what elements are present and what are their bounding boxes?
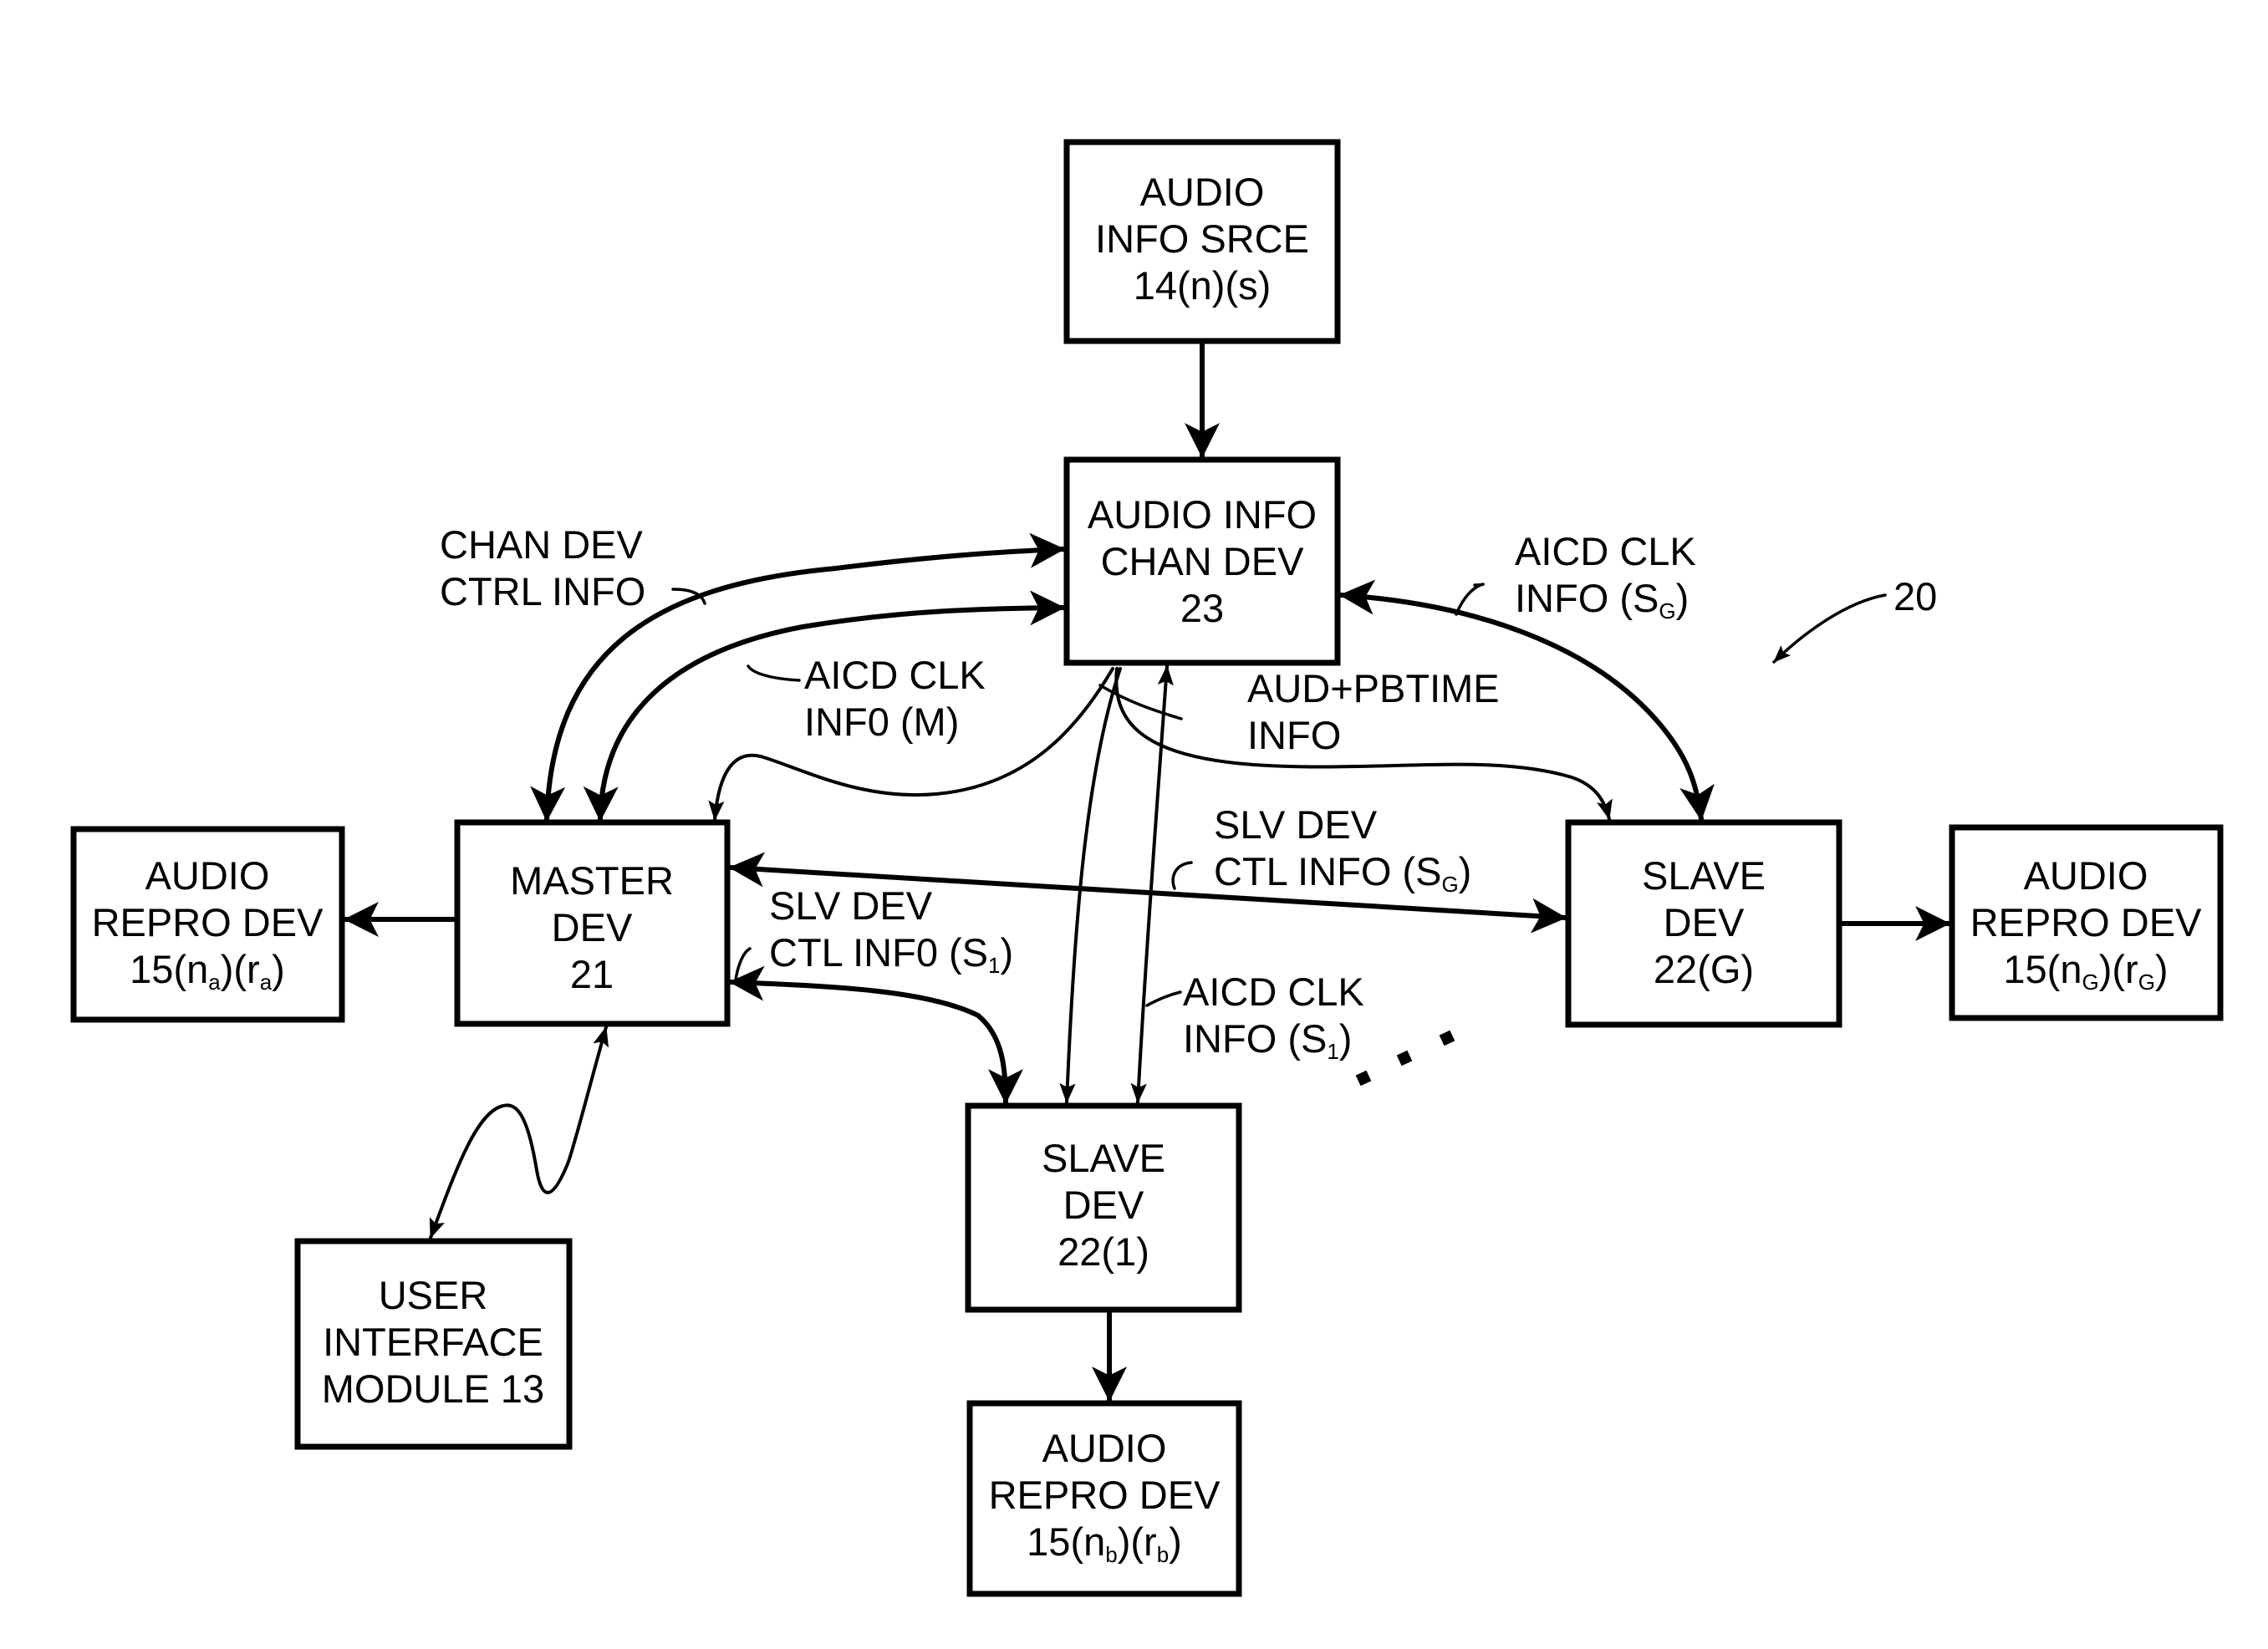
label-aicd-clk-info-m: AICD CLK INF0 (M) [804,653,986,744]
box-line: SLAVE [1642,853,1766,898]
box-line: AUDIO [145,853,270,898]
svg-text:SLV DEV: SLV DEV [1214,802,1378,847]
box-line: AUDIO INFO [1088,492,1317,537]
box-line: 23 [1180,586,1224,630]
box-line: AUDIO [2024,853,2148,898]
diagram-canvas: AUDIO INFO SRCE 14(n)(s) AUDIO INFO CHAN… [0,0,2268,1649]
svg-text:INFO (SG): INFO (SG) [1515,576,1689,623]
block-diagram: AUDIO INFO SRCE 14(n)(s) AUDIO INFO CHAN… [70,139,2224,1597]
box-slave-device-g: SLAVE DEV 22(G) [1565,819,1842,1028]
leader-aicd-clk-info-m [747,664,801,682]
box-line: USER [379,1273,488,1317]
box-line: AUDIO [1140,170,1265,214]
ellipsis-dot [1439,1030,1455,1046]
box-line: SLAVE [1042,1136,1165,1180]
svg-text:CTRL INFO: CTRL INFO [440,569,645,613]
box-line: 22(1) [1058,1229,1149,1274]
ellipsis-more-slaves [1355,1030,1455,1087]
box-master-device: MASTER DEV 21 [454,819,731,1027]
box-line: CHAN DEV [1101,539,1305,583]
box-line: MODULE 13 [322,1367,544,1411]
svg-text:AUD+PBTIME: AUD+PBTIME [1247,666,1500,710]
box-line: REPRO DEV [989,1473,1221,1517]
box-audio-info-channel-device: AUDIO INFO CHAN DEV 23 [1063,456,1341,666]
ellipsis-dot [1355,1070,1372,1087]
box-audio-repro-g: AUDIO REPRO DEV 15(nG)(rG) [1949,824,2224,1021]
box-line: REPRO DEV [1970,900,2202,944]
leader-reference-20 [1772,593,1887,664]
box-line: DEV [1664,900,1745,944]
box-line: DEV [552,905,633,949]
box-audio-repro-b: AUDIO REPRO DEV 15(nb)(rb) [966,1400,1242,1597]
svg-text:AICD CLK: AICD CLK [804,653,986,697]
svg-text:CHAN DEV: CHAN DEV [440,522,644,567]
box-line: 14(n)(s) [1134,263,1272,308]
box-audio-repro-a: AUDIO REPRO DEV 15(na)(ra) [70,826,345,1023]
leader-aicd-clk-info-sg [1455,583,1485,616]
svg-text:AICD CLK: AICD CLK [1183,970,1364,1014]
arrow-master-user-interface [429,1026,609,1239]
leader-aicd-clk-info-s1 [1145,990,1182,1007]
svg-text:INFO (S1): INFO (S1) [1183,1016,1352,1064]
box-line: INTERFACE [323,1320,543,1364]
box-line: REPRO DEV [92,900,324,944]
arrow-slv-dev-ctl-info-s1 [728,965,1023,1105]
label-slv-dev-ctl-info-s1: SLV DEV CTL INF0 (S1) [769,883,1013,978]
box-user-interface-module: USER INTERFACE MODULE 13 [294,1238,573,1450]
label-aicd-clk-info-sg: AICD CLK INFO (SG) [1515,529,1696,623]
svg-text:CTL INFO (SG): CTL INFO (SG) [1214,849,1471,897]
leader-slv-dev-ctl-info-s1 [734,947,752,982]
svg-text:INFO: INFO [1247,713,1341,757]
leader-slv-dev-ctl-info-sg [1171,861,1193,890]
box-line: AUDIO [1042,1426,1167,1470]
label-aud-pbtime-info: AUD+PBTIME INFO [1247,666,1500,757]
box-line: 21 [570,952,614,996]
label-chan-dev-ctrl-info: CHAN DEV CTRL INFO [440,522,645,613]
label-slv-dev-ctl-info-sg: SLV DEV CTL INFO (SG) [1214,802,1471,897]
ellipsis-dot [1396,1050,1413,1066]
arrow-aud-pbtime-to-slave-1 [1059,667,1122,1104]
box-slave-device-1: SLAVE DEV 22(1) [965,1102,1242,1313]
box-line: INFO SRCE [1095,216,1309,261]
svg-text:INF0 (M): INF0 (M) [804,700,959,744]
svg-text:AICD CLK: AICD CLK [1515,529,1696,573]
label-aicd-clk-info-s1: AICD CLK INFO (S1) [1183,970,1364,1064]
reference-numeral-20: 20 [1893,574,1937,618]
box-audio-info-source: AUDIO INFO SRCE 14(n)(s) [1063,139,1341,344]
box-line: 22(G) [1654,947,1754,991]
box-line: MASTER [510,858,674,903]
arrow-aicd-clk-info-s1 [1130,664,1174,1104]
svg-text:SLV DEV: SLV DEV [769,883,933,928]
box-line: DEV [1063,1183,1144,1227]
svg-text:CTL INF0 (S1): CTL INF0 (S1) [769,930,1013,978]
